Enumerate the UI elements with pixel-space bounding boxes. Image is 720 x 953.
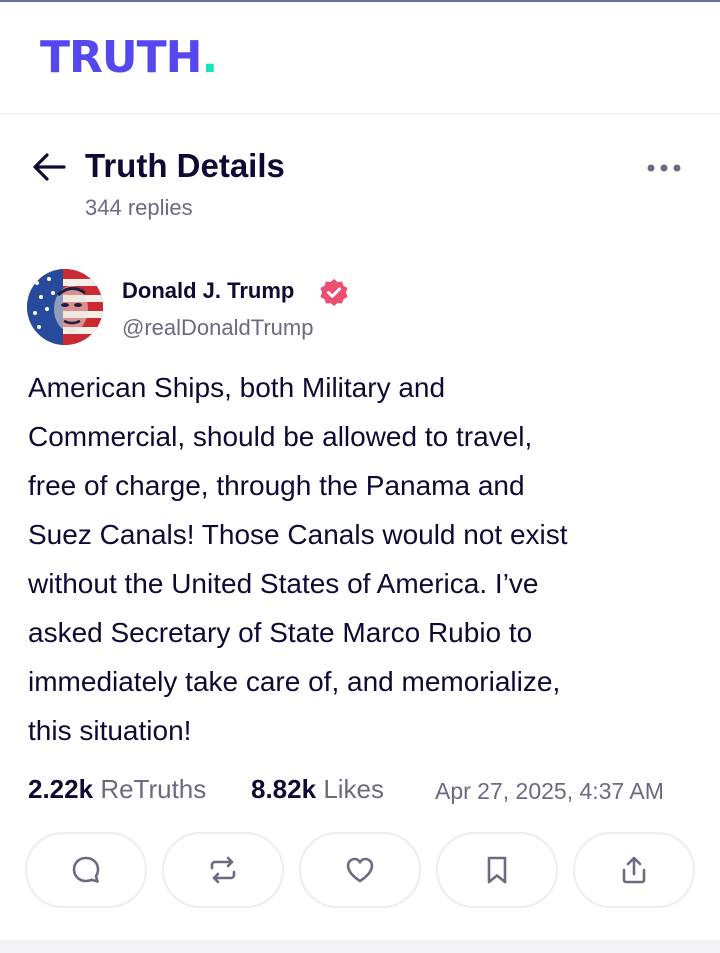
retruths-stat[interactable]: 2.22k ReTruths — [28, 772, 206, 806]
avatar[interactable] — [27, 269, 103, 345]
like-button[interactable] — [299, 832, 421, 908]
reply-icon — [72, 856, 100, 883]
post-body-line: Suez Canals! Those Canals would not exis… — [28, 519, 568, 550]
reply-button[interactable] — [25, 832, 147, 908]
ellipsis-icon[interactable] — [644, 158, 684, 178]
post-body-line: American Ships, both Military and — [28, 372, 446, 403]
details-titlebar: Truth Details 344 replies — [0, 140, 720, 230]
likes-stat[interactable]: 8.82k Likes — [251, 772, 384, 806]
author-handle[interactable]: @realDonaldTrump — [122, 314, 313, 342]
bottom-divider — [0, 940, 720, 953]
bookmark-icon — [487, 856, 507, 884]
logo-text: TRUTH — [40, 32, 202, 83]
post-body: American Ships, both Military and Commer… — [28, 363, 708, 755]
share-button[interactable] — [573, 832, 695, 908]
avatar-image — [27, 269, 103, 345]
post-body-line: asked Secretary of State Marco Rubio to — [28, 617, 533, 648]
retruths-label: ReTruths — [100, 774, 207, 804]
reply-count: 344 replies — [85, 195, 193, 220]
share-icon — [622, 856, 646, 884]
post-body-line: immediately take care of, and memorializ… — [28, 666, 561, 697]
post-body-line: free of charge, through the Panama and — [28, 470, 525, 501]
post-body-line: this situation! — [28, 715, 192, 746]
likes-label: Likes — [323, 774, 385, 804]
truth-logo[interactable]: TRUTH. — [40, 32, 218, 84]
post-actions — [0, 832, 720, 910]
verified-badge-icon — [320, 279, 348, 306]
page-title: Truth Details — [85, 147, 285, 184]
retruth-button[interactable] — [162, 832, 284, 908]
likes-count: 8.82k — [251, 774, 317, 804]
author-name[interactable]: Donald J. Trump — [122, 277, 294, 305]
post-body-line: Commercial, should be allowed to travel, — [28, 421, 533, 452]
app-header: TRUTH. — [0, 2, 720, 114]
arrow-left-icon[interactable] — [32, 152, 66, 182]
post-timestamp: Apr 27, 2025, 4:37 AM — [435, 778, 664, 804]
bookmark-button[interactable] — [436, 832, 558, 908]
heart-icon — [346, 857, 374, 883]
retruths-count: 2.22k — [28, 774, 94, 804]
logo-dot: . — [201, 32, 218, 83]
retruth-icon — [210, 856, 236, 884]
post-stats: 2.22k ReTruths 8.82k Likes Apr 27, 2025,… — [28, 772, 698, 806]
post-body-line: without the United States of America. I’… — [28, 568, 539, 599]
